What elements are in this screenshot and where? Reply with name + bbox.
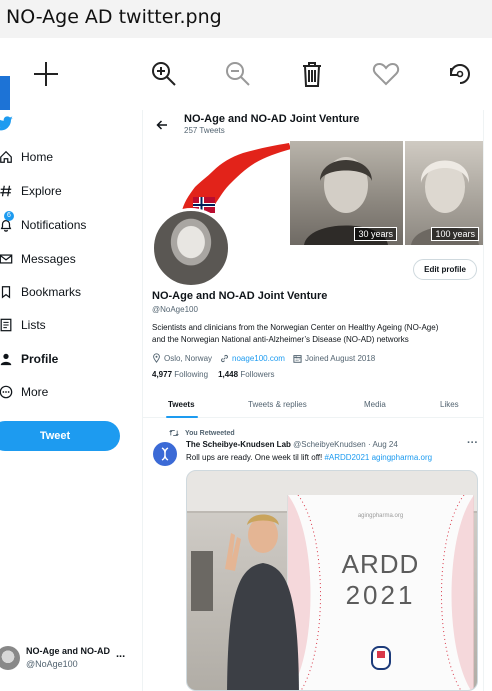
old-woman-photo: 100 years [405, 141, 483, 245]
rollup-site-text: agingpharma.org [357, 513, 404, 519]
heart-icon[interactable] [368, 56, 404, 92]
window-title: NO-Age AD twitter.png [0, 0, 492, 38]
profile-location: Oslo, Norway [164, 353, 213, 363]
profile-avatar[interactable] [151, 208, 231, 288]
more-icon [0, 383, 15, 401]
tweet-author-name[interactable]: The Scheibye-Knudsen Lab [186, 440, 291, 449]
profile-bio-line: and the Norwegian National anti-Alzheime… [152, 334, 409, 344]
bell-icon: 6 [0, 211, 15, 234]
back-arrow-icon[interactable] [153, 116, 171, 134]
profile-handle: @NoAge100 [152, 305, 198, 314]
tab-media[interactable]: Media [364, 400, 386, 409]
tab-likes[interactable]: Likes [440, 400, 459, 409]
sidebar-item-label: Messages [21, 252, 76, 266]
sidebar-item-label: Bookmarks [21, 285, 82, 299]
sidebar-item-notifications[interactable]: 6 Notifications [0, 210, 86, 240]
sidebar-item-label: Lists [21, 318, 46, 332]
zoom-out-icon[interactable] [220, 56, 256, 92]
sidebar-item-explore[interactable]: Explore [0, 176, 62, 206]
rollup-title: ARDD [341, 549, 420, 579]
sidebar-item-label: Profile [21, 352, 59, 366]
tweet-author-avatar[interactable] [153, 442, 177, 466]
sidebar-item-lists[interactable]: Lists [0, 310, 46, 340]
sidebar: Home Explore 6 Notifications Messages Bo… [0, 110, 142, 691]
tweet-count: 257 Tweets [184, 126, 225, 135]
sidebar-item-bookmarks[interactable]: Bookmarks [0, 277, 81, 307]
page-title: NO-Age and NO-AD Joint Venture [184, 113, 360, 125]
add-icon[interactable] [28, 56, 64, 92]
avatar [0, 646, 20, 670]
trash-icon[interactable] [294, 56, 330, 92]
sidebar-item-home[interactable]: Home [0, 142, 53, 172]
profile-name: NO-Age and NO-AD Joint Venture [152, 290, 328, 302]
tweet-header: The Scheibye-Knudsen Lab @ScheibyeKnudse… [186, 440, 398, 449]
tweet-link[interactable]: agingpharma.org [372, 453, 432, 462]
profile-meta: Oslo, Norway noage100.com Joined August … [152, 353, 375, 363]
sidebar-item-label: More [21, 385, 49, 399]
calendar-icon [293, 354, 302, 363]
joined-item: Joined August 2018 [293, 354, 375, 363]
website-item: noage100.com [220, 354, 285, 363]
profile-tabs: Tweets Tweets & replies Media Likes [143, 394, 483, 418]
home-icon [0, 148, 15, 166]
following-link[interactable]: 4,977 Following [152, 370, 208, 379]
notification-badge: 6 [4, 211, 14, 221]
young-woman-photo: 30 years [290, 141, 403, 245]
location-item: Oslo, Norway [152, 353, 212, 363]
location-pin-icon [153, 353, 160, 363]
hashtag-icon [0, 182, 15, 200]
tweet-date[interactable]: · Aug 24 [368, 440, 398, 449]
followers-link[interactable]: 1,448 Followers [218, 370, 275, 379]
account-switcher[interactable]: NO-Age and NO-AD @NoAge100 ... [0, 640, 140, 680]
profile-column: NO-Age and NO-AD Joint Venture 257 Tweet… [142, 110, 484, 691]
age-tag-100: 100 years [431, 227, 479, 241]
tweet-hashtag[interactable]: #ARDD2021 [324, 453, 369, 462]
tweet-button[interactable]: Tweet [0, 421, 120, 451]
account-handle: @NoAge100 [26, 659, 78, 669]
sidebar-item-messages[interactable]: Messages [0, 244, 76, 274]
person-icon [0, 350, 15, 368]
tweet-menu-icon[interactable]: ··· [467, 437, 478, 449]
sidebar-item-label: Home [21, 150, 54, 164]
sidebar-item-more[interactable]: More [0, 377, 48, 407]
rotate-icon[interactable] [442, 56, 478, 92]
tweet-image[interactable]: agingpharma.org ARDD 2021 [186, 470, 478, 691]
account-name: NO-Age and NO-AD [26, 646, 110, 656]
profile-joined: Joined August 2018 [304, 353, 376, 363]
bookmark-icon [0, 283, 15, 301]
person-figure [225, 514, 299, 690]
ardd-rollup-banner: agingpharma.org ARDD 2021 [287, 495, 474, 690]
dna-logo-icon [161, 447, 169, 461]
link-icon [221, 354, 228, 362]
envelope-icon [0, 250, 15, 268]
tab-tweets-replies[interactable]: Tweets & replies [248, 400, 307, 409]
sidebar-item-label: Explore [21, 184, 62, 198]
followers-label: Followers [240, 370, 275, 379]
retweet-icon [169, 429, 179, 437]
retweet-label: You Retweeted [185, 429, 235, 437]
sidebar-item-profile[interactable]: Profile [0, 344, 58, 374]
profile-website-link[interactable]: noage100.com [232, 354, 285, 363]
edit-profile-button[interactable]: Edit profile [413, 259, 477, 280]
account-menu-icon[interactable]: ... [116, 648, 125, 660]
tweet-body: Roll ups are ready. One week til lift of… [186, 453, 325, 462]
twitter-logo-icon[interactable] [0, 116, 14, 137]
age-tag-30: 30 years [354, 227, 397, 241]
following-count: 4,977 [152, 370, 173, 379]
tweet-text: Roll ups are ready. One week til lift of… [186, 453, 432, 462]
zoom-in-icon[interactable] [146, 56, 182, 92]
tab-tweets[interactable]: Tweets [168, 400, 195, 409]
tweet-author-handle[interactable]: @ScheibyeKnudsen [293, 440, 366, 449]
sidebar-item-label: Notifications [21, 218, 87, 232]
profile-bio: Scientists and clinicians from the Norwe… [152, 322, 482, 345]
following-label: Following [174, 370, 209, 379]
follow-stats: 4,977 Following 1,448 Followers [152, 370, 275, 379]
retweet-indicator: You Retweeted [169, 429, 235, 437]
list-icon [0, 316, 15, 334]
followers-count: 1,448 [218, 370, 239, 379]
profile-bio-line: Scientists and clinicians from the Norwe… [152, 323, 439, 332]
active-tab-indicator [166, 416, 198, 418]
viewer-toolbar [0, 38, 492, 148]
rollup-year: 2021 [345, 580, 416, 610]
